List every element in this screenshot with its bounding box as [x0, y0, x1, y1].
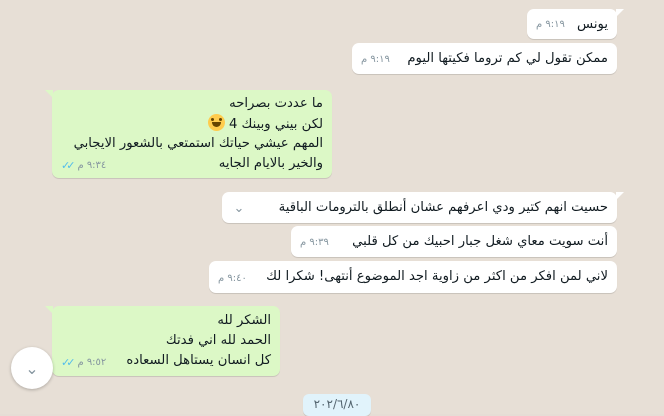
message-text-line: لكن بيني وبينك 4 [61, 113, 323, 135]
scroll-to-bottom-button[interactable]: ⌄ [11, 347, 53, 389]
grinning-sweat-emoji-icon [207, 113, 225, 131]
message-text-line: المهم عيشي حياتك استمتعي بالشعور الايجاب… [73, 136, 323, 151]
message-text: أنت سويت معاي شغل جبار احبيك من كل قلبي [352, 234, 608, 249]
message-bubble-incoming[interactable]: أنت سويت معاي شغل جبار احبيك من كل قلبي … [291, 226, 617, 257]
message-text: لاني لمن افكر من اكثر من زاوية اجد الموض… [266, 269, 608, 284]
message-text-line: ما عددت بصراحه [229, 96, 323, 111]
message-text: حسيت انهم كتير ودي اعرفهم عشان أنطلق بال… [278, 200, 608, 215]
message-time: ٩:٣٩ م [300, 237, 329, 248]
message-time: ٩:٤٠ م [218, 273, 247, 284]
message-text-line: الحمد لله اني فدتك [165, 333, 271, 348]
date-chip: ٢٠٢/٦/٨٠ [303, 394, 371, 416]
chevron-down-icon[interactable]: ⌄ [230, 200, 248, 218]
double-check-icon: ✓✓ [61, 356, 76, 369]
message-bubble-outgoing[interactable]: الشكر لله الحمد لله اني فدتك كل انسان يس… [45, 306, 280, 376]
chevron-down-icon: ⌄ [25, 358, 39, 378]
message-bubble-incoming[interactable]: لاني لمن افكر من اكثر من زاوية اجد الموض… [209, 261, 617, 293]
message-time: ٩:٣٤ م ✓✓ [61, 156, 106, 176]
message-bubble-outgoing[interactable]: ما عددت بصراحه لكن بيني وبينك 4 المهم عي… [45, 90, 332, 178]
message-bubble-incoming[interactable]: ممكن تقول لي كم تروما فكيتها اليوم ٩:١٩ … [352, 43, 617, 74]
message-text: ممكن تقول لي كم تروما فكيتها اليوم [407, 51, 608, 66]
message-text: يونس [577, 17, 608, 32]
message-text-line: الشكر لله [217, 313, 271, 328]
message-bubble-incoming[interactable]: يونس ٩:١٩ م [527, 9, 624, 39]
message-time: ٩:١٩ م [361, 54, 390, 65]
message-bubble-incoming[interactable]: ⌄ حسيت انهم كتير ودي اعرفهم عشان أنطلق ب… [222, 192, 624, 223]
message-time: ٩:١٩ م [536, 19, 565, 30]
double-check-icon: ✓✓ [61, 158, 76, 172]
message-time: ٩:٥٢ م ✓✓ [61, 353, 106, 373]
